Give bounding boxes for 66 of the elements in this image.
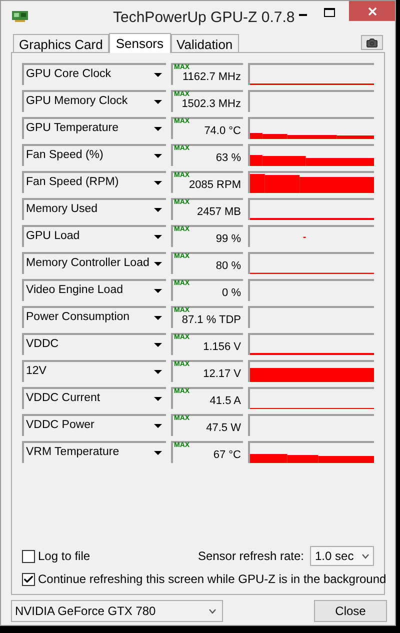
sensor-value: 99 % — [216, 232, 241, 247]
sensor-dropdown[interactable]: Fan Speed (%) — [22, 144, 166, 166]
checkbox[interactable] — [22, 572, 35, 586]
sensor-dropdown[interactable]: VDDC Power — [22, 414, 166, 436]
sensor-value: 74.0 °C — [204, 124, 241, 139]
caret-icon — [154, 181, 162, 185]
sensor-value: 12.17 V — [203, 366, 241, 382]
caret-icon — [154, 100, 162, 104]
caret-icon — [154, 316, 162, 320]
sensor-dropdown[interactable]: Memory Used — [22, 198, 166, 220]
checkbox-label: Log to file — [38, 548, 90, 565]
sensor-value: 1.156 V — [203, 340, 241, 355]
sensor-dropdown[interactable]: GPU Core Clock — [22, 63, 166, 85]
close-icon — [368, 6, 376, 16]
sensor-value: 1502.3 MHz — [182, 96, 241, 112]
chevron-down-icon — [362, 554, 369, 558]
sensor-dropdown[interactable]: VDDC — [22, 333, 166, 355]
sensor-value: 87.1 % TDP — [182, 312, 241, 328]
sensor-dropdown[interactable]: GPU Temperature — [22, 117, 166, 139]
maximize-icon[interactable] — [324, 8, 335, 17]
refresh-rate-label: Sensor refresh rate: — [198, 548, 304, 565]
gpu-select-dropdown[interactable]: NVIDIA GeForce GTX 780 — [11, 600, 223, 622]
sensor-dropdown[interactable]: Memory Controller Load — [22, 252, 166, 274]
check-icon — [23, 574, 34, 584]
tab[interactable]: Validation — [170, 34, 239, 52]
sensor-dropdown[interactable]: Fan Speed (RPM) — [22, 171, 166, 193]
close-button[interactable] — [349, 1, 395, 21]
caret-icon — [154, 370, 162, 374]
caret-icon — [154, 235, 162, 239]
camera-icon — [366, 36, 378, 48]
caret-icon — [154, 289, 162, 293]
sensor-dropdown[interactable]: 12V — [22, 360, 166, 382]
close-dialog-button[interactable]: Close — [314, 600, 387, 622]
sensor-dropdown[interactable]: GPU Load — [22, 225, 166, 247]
refresh-rate-dropdown[interactable]: 1.0 sec — [310, 546, 374, 566]
caret-icon — [154, 154, 162, 158]
checkbox-label: Continue refreshing this screen while GPU-Z is in the background — [38, 571, 386, 588]
tab[interactable]: Graphics Card — [13, 34, 109, 52]
checkbox[interactable] — [22, 550, 35, 562]
caret-icon — [154, 208, 162, 212]
caret-icon — [154, 127, 162, 131]
caret-icon — [154, 397, 162, 401]
sensor-value: 1162.7 MHz — [182, 70, 241, 85]
sensor-value: 0 % — [222, 286, 241, 301]
screenshot-button[interactable] — [361, 35, 383, 50]
graphics-card-icon — [12, 10, 28, 22]
sensor-value: 2457 MB — [196, 204, 241, 220]
sensor-dropdown[interactable]: Video Engine Load — [22, 279, 166, 301]
sensor-value: 63 % — [216, 150, 241, 166]
sensor-dropdown[interactable]: VRM Temperature — [22, 441, 166, 463]
sensor-dropdown[interactable]: Power Consumption — [22, 306, 166, 328]
sensor-value: 47.5 W — [206, 420, 241, 436]
caret-icon — [154, 424, 162, 428]
tab[interactable]: Sensors — [108, 33, 171, 53]
sensor-value: 67 °C — [213, 448, 241, 463]
caret-icon — [154, 343, 162, 347]
sensor-value: 2085 RPM — [189, 178, 241, 193]
caret-icon — [154, 73, 162, 77]
chevron-down-icon — [209, 608, 216, 614]
sensor-value: 41.5 A — [210, 394, 241, 409]
sensor-dropdown[interactable]: GPU Memory Clock — [22, 90, 166, 112]
sensor-dropdown[interactable]: VDDC Current — [22, 387, 166, 409]
window-title: TechPowerUp GPU-Z 0.7.8 — [113, 8, 295, 28]
caret-icon — [154, 451, 162, 455]
caret-icon — [154, 262, 162, 266]
sensor-value: 80 % — [216, 258, 241, 274]
